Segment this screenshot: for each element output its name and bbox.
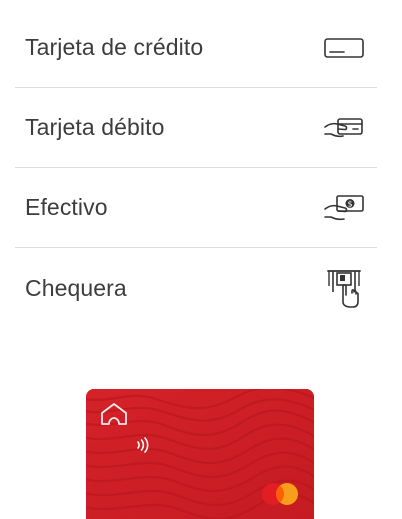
bank-home-logo-icon (101, 403, 127, 425)
credit-card-icon (323, 30, 365, 66)
mastercard-logo-icon (262, 483, 298, 505)
payment-method-debit-card[interactable]: Tarjeta débito (15, 88, 377, 168)
payment-method-cash[interactable]: Efectivo $ (15, 168, 377, 248)
contactless-icon (137, 437, 149, 453)
payment-method-label: Tarjeta débito (25, 114, 165, 140)
bank-card-image (86, 389, 314, 519)
payment-method-label: Tarjeta de crédito (25, 34, 204, 60)
atm-withdraw-icon (323, 270, 365, 308)
payment-method-label: Chequera (25, 274, 127, 301)
payment-method-label: Efectivo (25, 194, 108, 220)
payment-method-checkbook[interactable]: Chequera (15, 248, 377, 328)
svg-text:$: $ (347, 199, 352, 208)
cash-hand-icon: $ (323, 190, 365, 226)
debit-card-hand-icon (323, 110, 365, 146)
payment-method-credit-card[interactable]: Tarjeta de crédito (15, 8, 377, 88)
payment-method-list: Tarjeta de crédito Tarjeta débito Efecti… (15, 8, 377, 328)
